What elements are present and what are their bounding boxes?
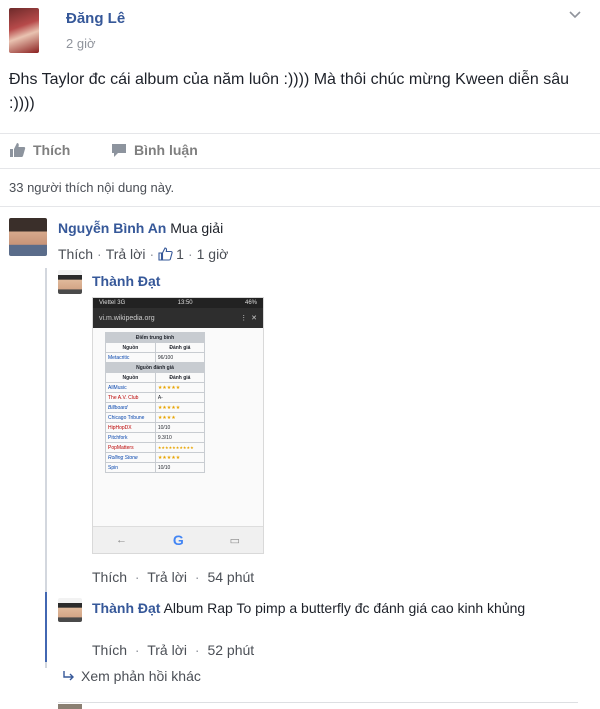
clock-text: 13:50 — [177, 300, 193, 306]
like-label: Thích — [33, 142, 71, 158]
separator-dot: · — [134, 642, 140, 658]
reply-like-link[interactable]: Thích — [92, 642, 127, 658]
separator-dot: · — [134, 569, 140, 585]
battery-text: 46% — [244, 300, 257, 306]
reply-focus-line — [45, 592, 47, 662]
review-source: Rolling Stone — [105, 452, 156, 463]
reply-time[interactable]: 52 phút — [207, 642, 254, 658]
phone-nav-bar: ← G ▭ — [93, 526, 263, 553]
reply-reply-link[interactable]: Trả lời — [147, 642, 187, 658]
url-bar-icons: ⋮ ✕ — [240, 315, 257, 322]
avg-score: 96/100 — [154, 352, 206, 363]
reply-author-avatar[interactable] — [58, 270, 82, 294]
comment-reply-link[interactable]: Trả lời — [106, 246, 146, 262]
review-source: Billboard — [105, 402, 156, 413]
comment-like-count[interactable]: 1 — [176, 246, 184, 262]
phone-url-bar: vi.m.wikipedia.org ⋮ ✕ — [93, 308, 263, 328]
review-score: ★★★★★★★★★★ — [154, 442, 206, 453]
tabs-icon: ▭ — [229, 534, 241, 547]
review-score: ★★★★★ — [154, 382, 206, 393]
review-score: ★★★★ — [154, 412, 206, 423]
reply-arrow-icon — [63, 671, 74, 681]
review-source: Pitchfork — [105, 432, 156, 443]
ratings-table: Điểm trung bình Nguồn Đánh giá Metacritic… — [105, 332, 206, 473]
reply-actions: Thích · Trả lời · 52 phút — [92, 642, 254, 658]
avg-header: Điểm trung bình — [105, 332, 205, 343]
reply-author-avatar[interactable] — [58, 598, 82, 622]
post-author-name[interactable]: Đăng Lê — [66, 10, 125, 27]
avg-source: Metacritic — [105, 352, 156, 363]
back-arrow-icon: ← — [115, 534, 127, 546]
carrier-text: Viettel 3G — [99, 300, 126, 306]
reply-text: Album Rap To pimp a butterfly đc đánh gi… — [163, 600, 526, 616]
review-score: A- — [154, 392, 206, 403]
comment-line: Nguyễn Bình An Mua giải — [58, 220, 223, 236]
review-source: Spin — [105, 462, 156, 473]
separator-dot: · — [97, 246, 102, 262]
post-text: Đhs Taylor đc cái album của năm luôn :))… — [9, 71, 570, 112]
reply-actions: Thích · Trả lời · 54 phút — [92, 569, 254, 585]
review-header: Nguồn đánh giá — [105, 362, 205, 373]
comment-button[interactable]: Bình luận — [111, 142, 198, 158]
likes-summary[interactable]: 33 người thích nội dung này. — [9, 180, 174, 195]
reply-like-link[interactable]: Thích — [92, 569, 127, 585]
review-source: HipHopDX — [105, 422, 156, 433]
current-user-avatar — [58, 704, 82, 709]
review-source: Chicago Tribune — [105, 412, 156, 423]
col-source: Nguồn — [105, 342, 156, 353]
thumbs-up-outline-icon — [158, 247, 173, 261]
reply-time[interactable]: 54 phút — [207, 569, 254, 585]
url-text: vi.m.wikipedia.org — [99, 314, 155, 322]
separator-dot: · — [194, 642, 200, 658]
comment-label: Bình luận — [134, 142, 198, 158]
separator-dot: · — [187, 246, 193, 262]
comment-like-link[interactable]: Thích — [58, 246, 93, 262]
review-score: 9.3/10 — [154, 432, 206, 443]
comment-actions: Thích · Trả lời · 1 · 1 giờ — [58, 246, 228, 262]
post-author-avatar[interactable] — [9, 8, 39, 53]
reply-reply-link[interactable]: Trả lời — [147, 569, 187, 585]
separator-dot: · — [194, 569, 200, 585]
col-source: Nguồn — [105, 372, 156, 383]
comment-bubble-icon — [112, 143, 126, 157]
comment-text: Mua giải — [170, 220, 224, 236]
col-rating: Đánh giá — [154, 372, 206, 383]
comment-author-name[interactable]: Nguyễn Bình An — [58, 220, 166, 236]
comments-divider — [0, 206, 600, 207]
reply-author-name[interactable]: Thành Đạt — [92, 600, 160, 616]
review-source: PopMatters — [105, 442, 156, 453]
reply-image-attachment[interactable]: Viettel 3G 13:50 46% vi.m.wikipedia.org … — [92, 297, 264, 554]
review-source: AllMusic — [105, 382, 156, 393]
post-options-chevron-icon[interactable] — [568, 8, 582, 22]
view-more-replies-label: Xem phản hồi khác — [81, 668, 201, 684]
review-score: ★★★★★ — [154, 452, 206, 463]
review-score: 10/10 — [154, 462, 206, 473]
post-action-bar: Thích Bình luận — [0, 133, 600, 169]
thumbs-up-icon — [10, 143, 26, 157]
review-score: ★★★★★ — [154, 402, 206, 413]
col-rating: Đánh giá — [154, 342, 206, 353]
separator-dot: · — [149, 246, 155, 262]
reply-author-name[interactable]: Thành Đạt — [92, 273, 160, 289]
comment-author-avatar[interactable] — [9, 218, 47, 256]
view-more-replies[interactable]: Xem phản hồi khác — [62, 668, 201, 684]
review-source: The A.V. Club — [105, 392, 156, 403]
comment-time[interactable]: 1 giờ — [197, 246, 229, 262]
post-time[interactable]: 2 giờ — [66, 36, 96, 51]
review-score: 10/10 — [154, 422, 206, 433]
like-button[interactable]: Thích — [9, 142, 70, 158]
phone-status-bar: Viettel 3G 13:50 46% — [93, 298, 263, 308]
reply-line: Thành Đạt Album Rap To pimp a butterfly … — [92, 598, 532, 618]
google-logo-icon: G — [172, 532, 184, 548]
